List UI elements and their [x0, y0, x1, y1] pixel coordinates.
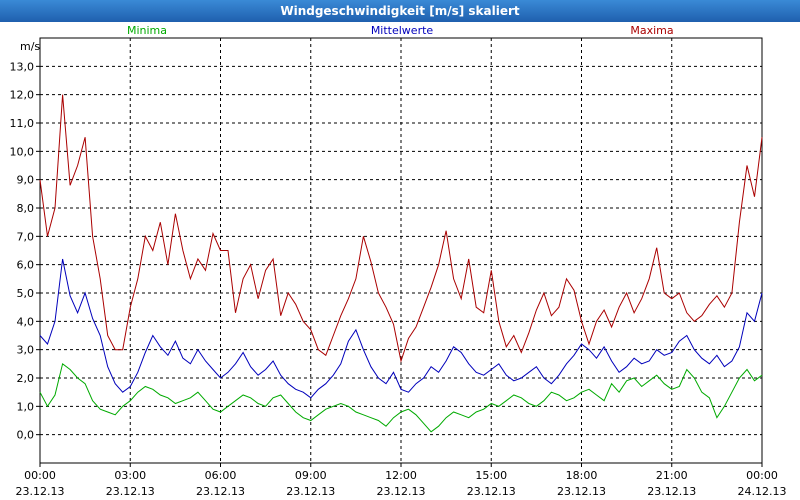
y-tick-label: 12,0: [10, 89, 35, 102]
y-tick-label: 9,0: [17, 174, 35, 187]
y-tick-label: 11,0: [10, 117, 35, 130]
legend-item-minima: Minima: [127, 24, 167, 37]
legend-item-mittelwerte: Mittelwerte: [371, 24, 434, 37]
y-tick-label: 6,0: [17, 259, 35, 272]
x-tick-date: 23.12.13: [377, 485, 426, 498]
y-tick-label: 5,0: [17, 287, 35, 300]
chart-window: Windgeschwindigkeit [m/s] skaliert 0,0 1,…: [0, 0, 800, 500]
y-axis-ticks: 0,0 1,0 2,0 3,0 4,0 5,0 6,0 7,0 8,0 9,0 10,0 11,0 12…: [10, 60, 40, 442]
y-tick-label: 2,0: [17, 372, 35, 385]
x-tick-time: 00:00: [24, 469, 56, 482]
y-tick-label: 1,0: [17, 400, 35, 413]
x-axis-ticks: 00:00 23.12.13 03:00 23.12.13 06:00 23.12.13 0…: [16, 463, 787, 498]
x-tick-time: 00:00: [746, 469, 778, 482]
x-tick-time: 18:00: [566, 469, 598, 482]
y-tick-label: 7,0: [17, 230, 35, 243]
y-axis-label: m/s: [20, 40, 40, 53]
x-tick-time: 12:00: [385, 469, 417, 482]
x-tick-date: 23.12.13: [196, 485, 245, 498]
y-tick-label: 13,0: [10, 60, 35, 73]
x-tick-date: 24.12.13: [738, 485, 787, 498]
x-tick-date: 23.12.13: [647, 485, 696, 498]
wind-speed-chart: 0,0 1,0 2,0 3,0 4,0 5,0 6,0 7,0 8,0 9,0 10,0 11,0 12…: [10, 24, 787, 498]
chart-title: Windgeschwindigkeit [m/s] skaliert: [0, 0, 800, 22]
x-tick-date: 23.12.13: [286, 485, 335, 498]
y-tick-label: 4,0: [17, 315, 35, 328]
x-tick-date: 23.12.13: [467, 485, 516, 498]
y-tick-label: 8,0: [17, 202, 35, 215]
x-tick-time: 09:00: [295, 469, 327, 482]
x-tick-time: 21:00: [656, 469, 688, 482]
x-tick-date: 23.12.13: [557, 485, 606, 498]
x-tick-time: 03:00: [114, 469, 146, 482]
x-tick-date: 23.12.13: [16, 485, 65, 498]
y-tick-label: 3,0: [17, 344, 35, 357]
grid-lines: [40, 38, 762, 463]
legend: Minima Mittelwerte Maxima: [127, 24, 674, 37]
x-tick-time: 15:00: [475, 469, 507, 482]
x-tick-date: 23.12.13: [106, 485, 155, 498]
y-tick-label: 10,0: [10, 145, 35, 158]
legend-item-maxima: Maxima: [630, 24, 673, 37]
y-tick-label: 0,0: [17, 429, 35, 442]
x-tick-time: 06:00: [205, 469, 237, 482]
